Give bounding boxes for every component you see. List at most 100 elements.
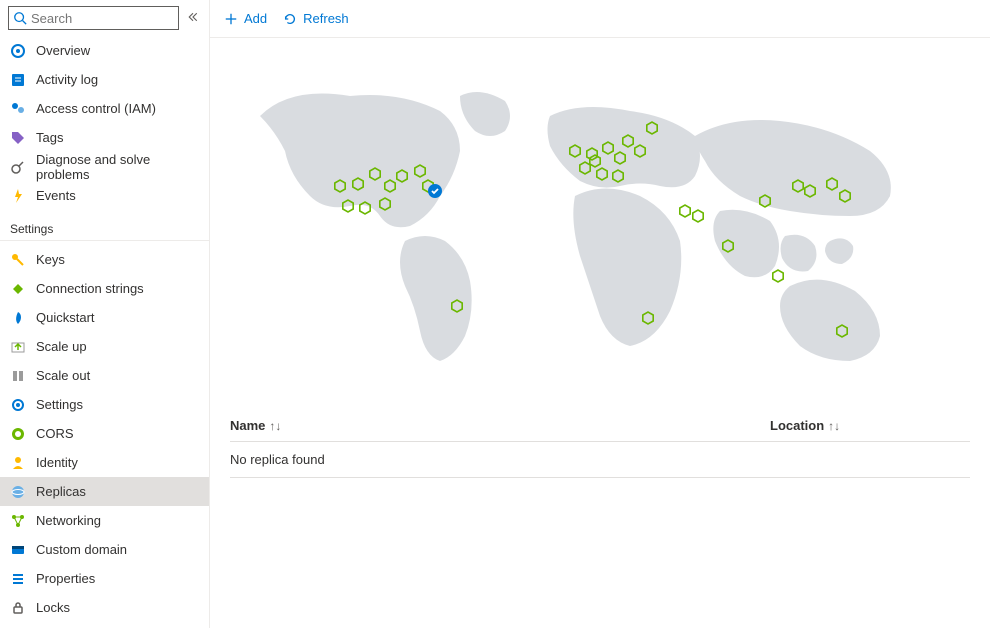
custom-domain-icon (10, 542, 26, 558)
nav-scale-out[interactable]: Scale out (0, 361, 209, 390)
refresh-button[interactable]: Refresh (283, 11, 349, 26)
toolbar: Add Refresh (210, 0, 990, 38)
nav-section-settings: Settings (0, 210, 209, 241)
nav-label: Networking (36, 513, 101, 528)
nav-identity[interactable]: Identity (0, 448, 209, 477)
region-marker[interactable] (613, 170, 623, 182)
overview-icon (10, 43, 26, 59)
add-label: Add (244, 11, 267, 26)
nav-label: Custom domain (36, 542, 127, 557)
nav-locks[interactable]: Locks (0, 593, 209, 622)
sidebar-nav: Overview Activity log Access control (IA… (0, 36, 209, 628)
nav-custom-domain[interactable]: Custom domain (0, 535, 209, 564)
region-marker[interactable] (837, 325, 847, 337)
identity-icon (10, 455, 26, 471)
column-name-label: Name (230, 418, 265, 433)
nav-scale-up[interactable]: Scale up (0, 332, 209, 361)
region-marker[interactable] (680, 205, 690, 217)
region-marker[interactable] (760, 195, 770, 207)
region-marker[interactable] (590, 155, 600, 167)
region-marker[interactable] (570, 145, 580, 157)
events-icon (10, 188, 26, 204)
nav-networking[interactable]: Networking (0, 506, 209, 535)
table-empty-row: No replica found (230, 442, 970, 478)
nav-label: Diagnose and solve problems (36, 152, 199, 182)
search-icon (13, 11, 27, 25)
nav-events[interactable]: Events (0, 181, 209, 210)
region-marker[interactable] (647, 122, 657, 134)
region-marker[interactable] (805, 185, 815, 197)
replicas-icon (10, 484, 26, 500)
region-marker[interactable] (343, 200, 353, 212)
region-marker[interactable] (397, 170, 407, 182)
nav-label: Identity (36, 455, 78, 470)
search-box[interactable] (8, 6, 179, 30)
region-marker[interactable] (840, 190, 850, 202)
region-marker[interactable] (623, 135, 633, 147)
add-button[interactable]: Add (224, 11, 267, 26)
nav-label: Access control (IAM) (36, 101, 156, 116)
replica-table-header: Name ↑↓ Location ↑↓ (230, 410, 970, 442)
region-marker[interactable] (385, 180, 395, 192)
main-panel: Add Refresh (210, 0, 990, 628)
nav-cors[interactable]: CORS (0, 419, 209, 448)
region-marker[interactable] (827, 178, 837, 190)
connection-strings-icon (10, 281, 26, 297)
sort-icon: ↑↓ (269, 419, 281, 433)
region-marker[interactable] (603, 142, 613, 154)
chevron-double-left-icon (187, 11, 199, 23)
nav-replicas[interactable]: Replicas (0, 477, 209, 506)
region-marker[interactable] (335, 180, 345, 192)
nav-label: Quickstart (36, 310, 95, 325)
region-marker[interactable] (360, 202, 370, 214)
keys-icon (10, 252, 26, 268)
region-marker[interactable] (793, 180, 803, 192)
collapse-sidebar-button[interactable] (185, 11, 201, 26)
nav-activity-log[interactable]: Activity log (0, 65, 209, 94)
search-input[interactable] (27, 11, 174, 26)
gear-icon (10, 397, 26, 413)
region-marker[interactable] (723, 240, 733, 252)
nav-label: Settings (36, 397, 83, 412)
region-marker[interactable] (580, 162, 590, 174)
region-marker[interactable] (773, 270, 783, 282)
region-marker[interactable] (353, 178, 363, 190)
region-marker[interactable] (635, 145, 645, 157)
nav-diagnose[interactable]: Diagnose and solve problems (0, 152, 209, 181)
nav-keys[interactable]: Keys (0, 245, 209, 274)
column-name-header[interactable]: Name ↑↓ (230, 418, 770, 433)
nav-label: Connection strings (36, 281, 144, 296)
quickstart-icon (10, 310, 26, 326)
region-marker[interactable] (615, 152, 625, 164)
region-marker[interactable] (370, 168, 380, 180)
region-marker[interactable] (415, 165, 425, 177)
nav-label: Events (36, 188, 76, 203)
sort-icon: ↑↓ (828, 419, 840, 433)
nav-label: CORS (36, 426, 74, 441)
region-marker[interactable] (693, 210, 703, 222)
nav-tags[interactable]: Tags (0, 123, 209, 152)
world-map[interactable] (230, 56, 970, 386)
world-map-svg (230, 56, 930, 386)
nav-properties[interactable]: Properties (0, 564, 209, 593)
properties-icon (10, 571, 26, 587)
nav-label: Tags (36, 130, 63, 145)
networking-icon (10, 513, 26, 529)
nav-label: Properties (36, 571, 95, 586)
region-marker[interactable] (380, 198, 390, 210)
nav-access-control[interactable]: Access control (IAM) (0, 94, 209, 123)
region-marker[interactable] (643, 312, 653, 324)
cors-icon (10, 426, 26, 442)
nav-connection-strings[interactable]: Connection strings (0, 274, 209, 303)
content-area: Name ↑↓ Location ↑↓ No replica found (210, 38, 990, 628)
column-location-label: Location (770, 418, 824, 433)
tags-icon (10, 130, 26, 146)
nav-label: Scale up (36, 339, 87, 354)
nav-quickstart[interactable]: Quickstart (0, 303, 209, 332)
region-marker[interactable] (452, 300, 462, 312)
region-marker[interactable] (597, 168, 607, 180)
nav-label: Scale out (36, 368, 90, 383)
column-location-header[interactable]: Location ↑↓ (770, 418, 970, 433)
nav-overview[interactable]: Overview (0, 36, 209, 65)
nav-settings[interactable]: Settings (0, 390, 209, 419)
